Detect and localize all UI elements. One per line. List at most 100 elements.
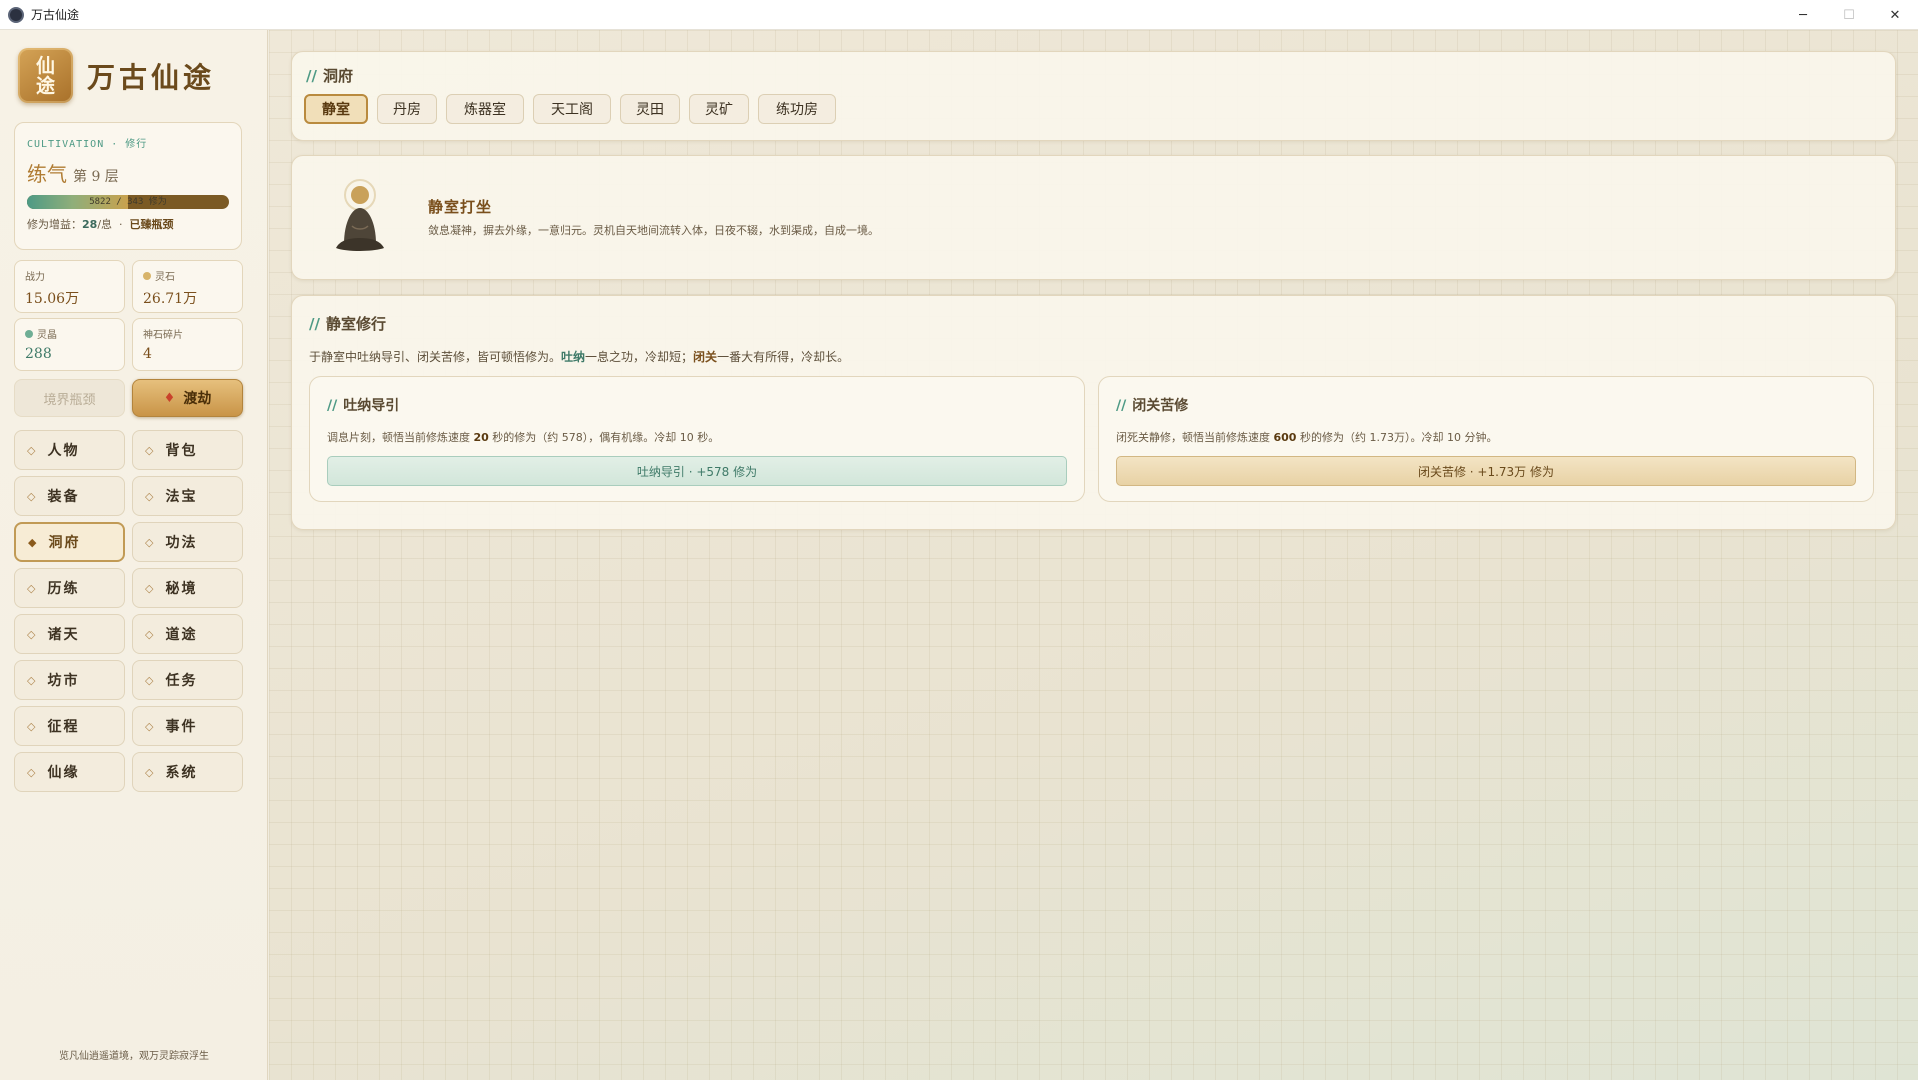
cultivation-eyebrow: CULTIVATION · 修行	[27, 139, 148, 150]
tab-1[interactable]: 丹房	[377, 94, 437, 124]
brand-logo-char-1: 仙	[35, 54, 55, 77]
nav-treasure[interactable]: ◇ 法宝	[132, 476, 243, 516]
stat-combat: 战力 15.06万	[14, 260, 125, 313]
diamond-icon: ◇	[27, 443, 38, 457]
diamond-icon: ◆	[28, 535, 39, 549]
sidebar: 仙 途 万古仙途 CULTIVATION · 修行 练气 第 9 层 5822 …	[0, 30, 268, 1080]
nav-events[interactable]: ◇ 事件	[132, 706, 243, 746]
stat-god-shards: 神石碎片 4	[132, 318, 243, 371]
practice-description: 于静室中吐纳导引、闭关苦修，皆可顿悟修为。吐纳一息之功，冷却短；闭关一番大有所得…	[309, 348, 849, 365]
diamond-icon: ◇	[145, 719, 156, 733]
stat-spirit-crystal-label-row: 灵晶	[25, 326, 114, 341]
diamond-icon: ◇	[145, 443, 156, 457]
diamond-icon: ◇	[145, 627, 156, 641]
breathing-description: 调息片刻，顿悟当前修炼速度 20 秒的修为（约 578），偶有机缘。冷却 10 …	[327, 429, 719, 445]
tab-5[interactable]: 灵矿	[689, 94, 749, 124]
nav-fate[interactable]: ◇ 仙缘	[14, 752, 125, 792]
nav-journey[interactable]: ◇ 征程	[14, 706, 125, 746]
stat-spirit-stones-label-row: 灵石	[143, 268, 232, 283]
rate-value: 28	[82, 218, 98, 231]
window-title: 万古仙途	[31, 8, 80, 22]
sidebar-footer: 览凡仙逍遥道境，观万灵踪寂浮生	[59, 1051, 209, 1062]
brand-title: 万古仙途	[87, 60, 216, 94]
seclusion-desc-suffix: 秒的修为（约 1.73万）。冷却 10 分钟。	[1296, 431, 1498, 444]
nav-equipment[interactable]: ◇ 装备	[14, 476, 125, 516]
bottleneck-button[interactable]: 境界瓶颈	[14, 379, 125, 417]
diamond-icon: ◇	[27, 581, 38, 595]
nav-system[interactable]: ◇ 系统	[132, 752, 243, 792]
maximize-button[interactable]: ☐	[1826, 0, 1872, 30]
tab-6[interactable]: 练功房	[758, 94, 836, 124]
flame-icon: ♦	[163, 390, 176, 406]
cave-heading-text: 洞府	[322, 67, 353, 85]
nav-label: 仙缘	[47, 765, 80, 781]
meditator-icon	[336, 179, 384, 251]
nav-character[interactable]: ◇ 人物	[14, 430, 125, 470]
nav-market[interactable]: ◇ 坊市	[14, 660, 125, 700]
nav-cave[interactable]: ◆ 洞府	[14, 522, 125, 562]
stat-spirit-crystal-label: 灵晶	[37, 330, 57, 341]
rate-unit: /息	[97, 218, 113, 231]
tab-2[interactable]: 炼器室	[446, 94, 524, 124]
practice-desc-suffix: 一番大有所得，冷却长。	[717, 350, 850, 364]
minimize-button[interactable]: ─	[1780, 0, 1826, 30]
nav-label: 坊市	[47, 673, 80, 689]
diamond-icon: ◇	[145, 765, 156, 779]
realm-name: 练气	[27, 162, 67, 186]
seclusion-description: 闭死关静修，顿悟当前修炼速度 600 秒的修为（约 1.73万）。冷却 10 分…	[1116, 429, 1497, 445]
cave-panel: // 洞府 静室 丹房 炼器室 天工阁 灵田 灵矿 练功房	[291, 51, 1896, 141]
cultivation-rate: 修为增益：28/息 · 已臻瓶颈	[27, 216, 229, 232]
rate-label: 修为增益：	[27, 218, 82, 231]
seclusion-heading-text: 闭关苦修	[1132, 398, 1189, 414]
cultivation-card: CULTIVATION · 修行 练气 第 9 层 5822 / 343 修为 …	[14, 122, 242, 250]
nav-label: 法宝	[165, 489, 198, 505]
tribulation-button[interactable]: ♦ 渡劫	[132, 379, 243, 417]
realm-level: 第 9 层	[73, 169, 119, 185]
close-button[interactable]: ✕	[1872, 0, 1918, 30]
seclusion-desc-prefix: 闭死关静修，顿悟当前修炼速度	[1116, 431, 1274, 444]
practice-desc-mid: 一息之功，冷却短；	[585, 350, 694, 364]
nav-label: 系统	[165, 765, 198, 781]
room-detail-panel: 静室打坐 敛息凝神，摒去外缘，一意归元。灵机自天地间流转入体，日夜不辍，水到渠成…	[291, 155, 1896, 280]
stat-spirit-stones-label: 灵石	[155, 272, 175, 283]
diamond-icon: ◇	[145, 581, 156, 595]
spirit-stone-icon	[143, 271, 151, 280]
stat-god-shards-label: 神石碎片	[143, 330, 183, 341]
nav-label: 秘境	[165, 581, 198, 597]
tab-4[interactable]: 灵田	[620, 94, 680, 124]
tab-3[interactable]: 天工阁	[533, 94, 611, 124]
diamond-icon: ◇	[145, 535, 156, 549]
seclusion-card: // 闭关苦修 闭死关静修，顿悟当前修炼速度 600 秒的修为（约 1.73万）。…	[1098, 376, 1874, 502]
heading-slashes: //	[309, 315, 320, 333]
tribulation-label: 渡劫	[183, 391, 212, 407]
nav-technique[interactable]: ◇ 功法	[132, 522, 243, 562]
nav-label: 背包	[165, 443, 198, 459]
nav-backpack[interactable]: ◇ 背包	[132, 430, 243, 470]
brand-logo-char-2: 途	[35, 74, 55, 97]
nav-dao-path[interactable]: ◇ 道途	[132, 614, 243, 654]
cultivation-status: 已臻瓶颈	[129, 218, 174, 231]
seclusion-button[interactable]: 闭关苦修 · +1.73万 修为	[1116, 456, 1856, 486]
practice-desc-breath: 吐纳	[561, 350, 586, 364]
realm-row: 练气 第 9 层	[27, 158, 229, 187]
nav-training[interactable]: ◇ 历练	[14, 568, 125, 608]
practice-desc-seclusion: 闭关	[693, 350, 718, 364]
breathing-heading-text: 吐纳导引	[343, 398, 400, 414]
stat-combat-label: 战力	[25, 272, 45, 283]
breathing-button[interactable]: 吐纳导引 · +578 修为	[327, 456, 1067, 486]
diamond-icon: ◇	[27, 673, 38, 687]
stat-spirit-crystal-value: 288	[25, 346, 52, 362]
brand-logo: 仙 途	[18, 48, 73, 103]
spirit-crystal-icon	[25, 329, 33, 338]
diamond-icon: ◇	[27, 489, 38, 503]
nav-label: 洞府	[48, 535, 81, 551]
tab-0[interactable]: 静室	[304, 94, 368, 124]
nav-heavens[interactable]: ◇ 诸天	[14, 614, 125, 654]
nav-tasks[interactable]: ◇ 任务	[132, 660, 243, 700]
nav-label: 征程	[47, 719, 80, 735]
breathing-desc-value: 20	[473, 431, 489, 444]
nav-secret-realm[interactable]: ◇ 秘境	[132, 568, 243, 608]
heading-slashes: //	[306, 67, 317, 85]
practice-heading-text: 静室修行	[325, 315, 386, 333]
breathing-heading: // 吐纳导引	[327, 395, 399, 415]
